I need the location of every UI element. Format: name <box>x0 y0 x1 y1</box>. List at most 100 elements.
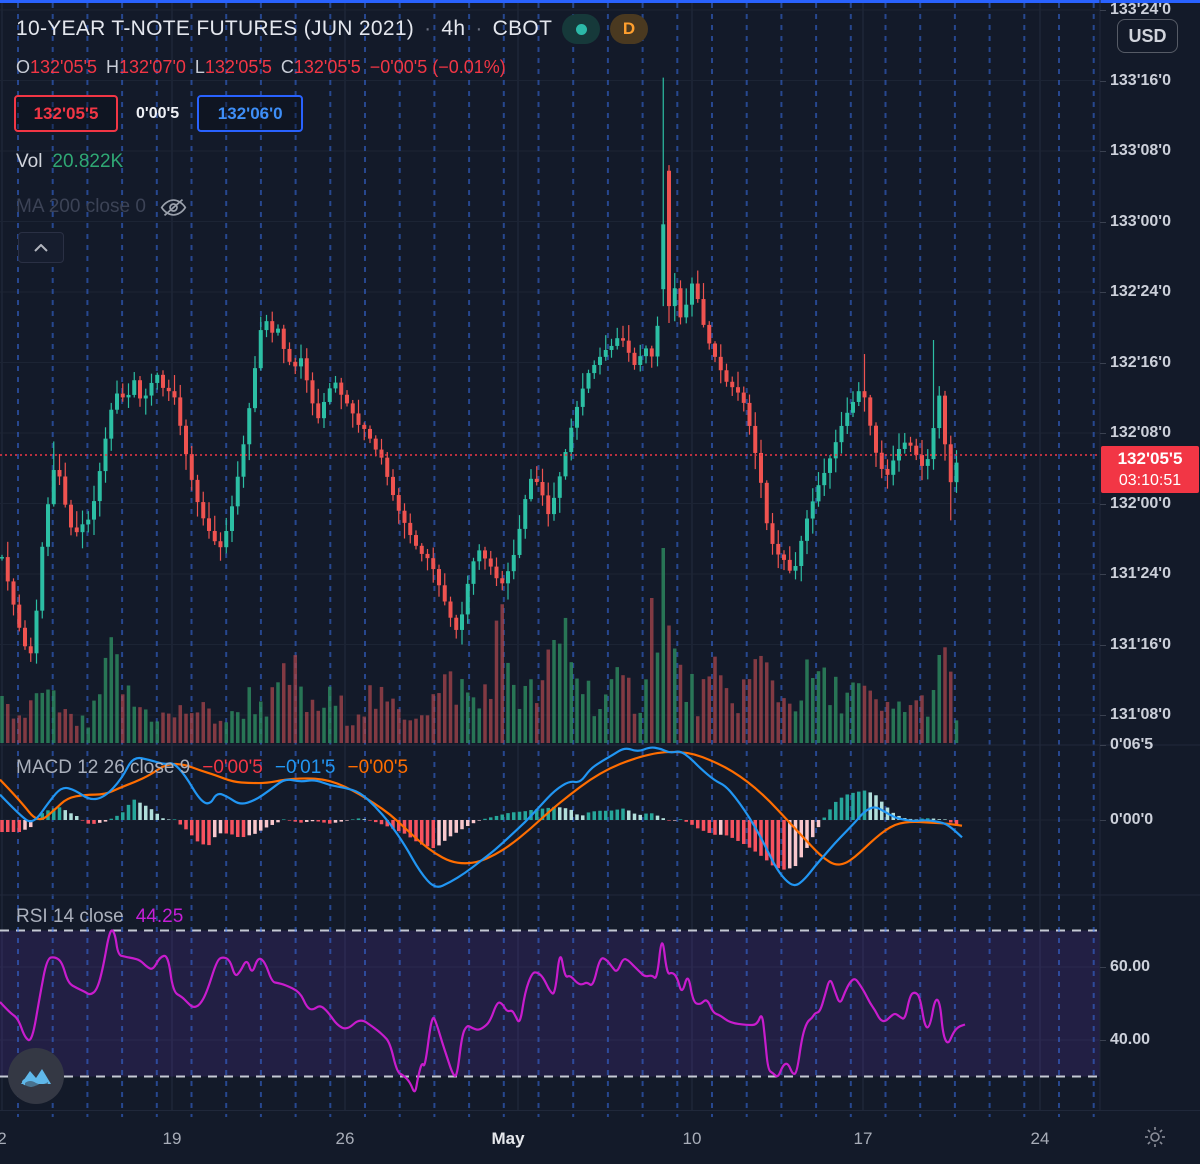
macd-hist-value: −0'00'5 <box>202 757 263 779</box>
candle-body <box>190 454 194 480</box>
separator-dot: · <box>424 17 431 41</box>
candle-body <box>443 585 447 601</box>
macd-histogram-bar <box>334 820 338 823</box>
volume-bar <box>610 679 614 743</box>
candle-body <box>920 455 924 466</box>
macd-histogram-bar <box>18 820 22 832</box>
volume-bar <box>765 662 769 743</box>
macd-histogram-bar <box>213 820 217 837</box>
sell-button[interactable]: 132'05'5 <box>14 95 118 132</box>
macd-histogram-bar <box>167 819 171 820</box>
candle-body <box>236 477 240 507</box>
candle-body <box>253 368 257 408</box>
volume-bar <box>702 679 706 743</box>
macd-histogram-bar <box>748 820 752 848</box>
volume-bar <box>305 712 309 743</box>
volume-bar <box>483 684 487 743</box>
volume-bar <box>213 724 217 743</box>
candle-body <box>86 520 90 525</box>
volume-bar <box>621 675 625 743</box>
candlesticks <box>0 78 959 664</box>
candle-body <box>58 470 62 476</box>
volume-bar <box>696 716 700 743</box>
time-axis[interactable]: 21926May101724 <box>0 1110 1200 1164</box>
axis-tick <box>1100 292 1106 293</box>
macd-histogram-bar <box>23 820 27 830</box>
macd-histogram-bar <box>58 807 62 820</box>
volume-bar <box>598 709 602 743</box>
volume-bar <box>391 699 395 743</box>
ma-label: MA 200 close 0 <box>16 196 146 218</box>
tradingview-logo[interactable] <box>8 1048 64 1104</box>
volume-bar <box>173 717 177 743</box>
chart-canvas[interactable] <box>0 0 1200 1164</box>
volume-bar <box>863 686 867 743</box>
macd-histogram-bar <box>81 820 85 821</box>
candle-body <box>403 511 407 523</box>
rsi-value: 44.25 <box>136 906 184 928</box>
macd-histogram-bar <box>443 820 447 841</box>
volume-legend[interactable]: Vol 20.822K <box>16 151 123 173</box>
macd-histogram-bar <box>127 805 131 820</box>
macd-histogram-bar <box>719 820 723 835</box>
theme-settings-button[interactable] <box>1140 1122 1170 1152</box>
candle-body <box>558 476 562 498</box>
symbol-header[interactable]: 10-YEAR T-NOTE FUTURES (JUN 2021) · 4h ·… <box>16 14 648 44</box>
macd-histogram-bar <box>472 820 476 823</box>
interval-label[interactable]: 4h <box>441 17 465 41</box>
macd-histogram-bar <box>455 820 459 833</box>
buy-button[interactable]: 132'06'0 <box>197 95 303 132</box>
volume-bar <box>535 703 539 743</box>
candle-body <box>460 614 464 630</box>
candle-body <box>834 442 838 458</box>
macd-histogram-bar <box>437 820 441 845</box>
candle-body <box>909 443 913 446</box>
axis-tick <box>1100 363 1106 364</box>
close-label: C <box>281 57 294 77</box>
delayed-data-badge[interactable]: D <box>610 14 648 44</box>
candle-body <box>454 618 458 630</box>
volume-bar <box>455 705 459 743</box>
time-axis-label: 24 <box>1031 1129 1050 1149</box>
collapse-legend-button[interactable] <box>18 232 64 263</box>
macd-histogram-bar <box>575 814 579 820</box>
volume-bar <box>460 679 464 743</box>
macd-axis-label: 0'00'0 <box>1110 811 1153 829</box>
macd-histogram-bar <box>713 820 717 835</box>
candle-body <box>472 561 476 584</box>
market-status-badge[interactable] <box>562 14 600 44</box>
candle-body <box>259 330 263 368</box>
macd-legend[interactable]: MACD 12 26 close 9 −0'00'5 −0'01'5 −0'00… <box>16 757 408 779</box>
price-axis-label: 132'24'0 <box>1110 283 1171 301</box>
symbol-title[interactable]: 10-YEAR T-NOTE FUTURES (JUN 2021) <box>16 17 414 41</box>
volume-bar <box>420 715 424 743</box>
macd-histogram-bar <box>184 820 188 829</box>
candle-body <box>385 458 389 477</box>
ohlc-values-row: O132'05'5 H132'07'0 L132'05'5 C132'05'5 … <box>16 57 506 78</box>
currency-badge[interactable]: USD <box>1117 19 1178 53</box>
volume-bar <box>110 637 114 743</box>
last-price-value: 132'05'5 <box>1118 448 1183 470</box>
macd-histogram-bar <box>144 806 148 820</box>
axis-tick <box>1100 967 1106 968</box>
macd-histogram-bar <box>351 819 355 820</box>
candle-body <box>535 479 539 482</box>
macd-histogram-bar <box>564 808 568 820</box>
price-axis[interactable]: 133'24'0133'16'0133'08'0133'00'0132'24'0… <box>1100 0 1200 1110</box>
candle-body <box>730 382 734 387</box>
macd-histogram-bar <box>621 809 625 820</box>
rsi-legend[interactable]: RSI 14 close 44.25 <box>16 906 183 928</box>
candle-body <box>725 370 729 382</box>
ma-legend[interactable]: MA 200 close 0 <box>16 196 187 218</box>
volume-bar <box>869 691 873 743</box>
volume-bar <box>225 722 229 743</box>
volume-bar <box>518 709 522 743</box>
candle-body <box>604 350 608 357</box>
volume-bar <box>857 683 861 743</box>
volume-bar <box>524 686 528 743</box>
macd-histogram-bar <box>869 792 873 820</box>
candle-body <box>621 338 625 340</box>
candle-body <box>299 358 303 366</box>
eye-off-icon[interactable] <box>160 198 187 217</box>
volume-bar <box>69 714 73 743</box>
